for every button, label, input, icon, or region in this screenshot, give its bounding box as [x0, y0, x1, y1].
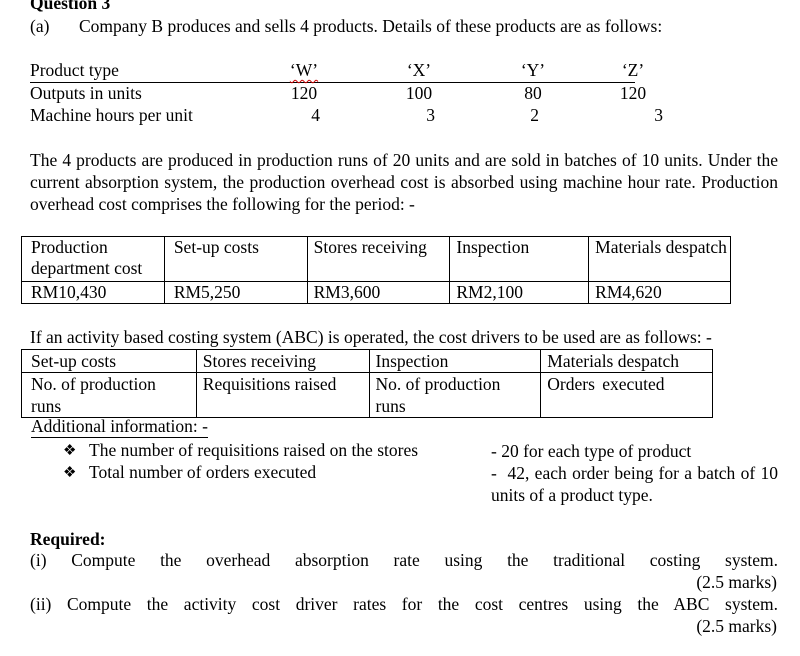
driver-header-cell: Stores receiving [195, 349, 370, 373]
machine-hours-x: 3 [426, 105, 435, 125]
overhead-cost-table: Production department cost Set-up costs … [21, 236, 731, 304]
abc-intro: If an activity based costing system (ABC… [30, 327, 712, 347]
cost-value-cell: RM3,600 [306, 281, 451, 304]
driver-header-cell: Inspection [368, 349, 542, 373]
driver-value-row: No. of production runs Requisitions rais… [21, 372, 713, 418]
product-y-header: ‘Y’ [520, 60, 546, 80]
outputs-x: 100 [405, 83, 433, 103]
product-w-name: ‘W’ [289, 60, 319, 80]
cost-header-cell: Materials despatch [588, 236, 731, 282]
cost-value-cell: RM5,250 [163, 281, 308, 304]
driver-header-row: Set-up costs Stores receiving Inspection… [21, 349, 713, 373]
driver-header-cell: Materials despatch [540, 349, 713, 373]
part-intro: Company B produces and sells 4 products.… [79, 16, 663, 36]
product-z-header: ‘Z’ [621, 60, 645, 80]
driver-value-cell: No. of production runs [368, 372, 542, 418]
cost-value-cell: RM2,100 [449, 281, 590, 304]
marks-label: (2.5 marks) [696, 572, 777, 592]
product-x-header: ‘X’ [406, 60, 432, 80]
additional-item-text: Total number of orders executed [89, 462, 317, 482]
cost-value-cell: RM10,430 [21, 281, 165, 304]
product-table-header: Product type ‘W’ ‘X’ ‘Y’ ‘Z’ [30, 60, 644, 83]
cost-header-cell: Inspection [449, 236, 590, 282]
driver-header-cell: Set-up costs [21, 349, 197, 373]
product-w-header: ‘W’ [274, 60, 334, 81]
question-title: Question 3 [30, 0, 111, 13]
machine-hours-z: 3 [654, 105, 663, 125]
additional-item-detail: - 42, each order being for a batch of 10… [491, 463, 783, 505]
machine-hours-row: Machine hours per unit 4 3 2 3 [30, 105, 663, 127]
cost-header-cell: Set-up costs [163, 236, 308, 282]
additional-info-heading: Additional information: - [31, 416, 208, 438]
part-label: (a) [30, 16, 50, 36]
cost-value-cell: RM4,620 [588, 281, 731, 304]
outputs-row: Outputs in units 120 100 80 120 [30, 83, 646, 105]
additional-item-text: The number of requisitions raised on the… [89, 440, 419, 460]
production-paragraph: The 4 products are produced in productio… [30, 150, 778, 214]
machine-hours-label: Machine hours per unit [30, 105, 193, 125]
driver-value-cell: Requisitions raised [195, 372, 370, 418]
cost-header-cell: Stores receiving [306, 236, 451, 282]
cost-header-cell: Production department cost [21, 236, 165, 282]
outputs-label: Outputs in units [30, 83, 142, 103]
driver-value-cell: Orders executed [540, 372, 713, 418]
machine-hours-y: 2 [530, 105, 539, 125]
cost-header-row: Production department cost Set-up costs … [21, 236, 731, 282]
required-heading: Required: [30, 529, 106, 549]
cost-value-row: RM10,430 RM5,250 RM3,600 RM2,100 RM4,620 [21, 281, 731, 304]
outputs-w: 120 [290, 83, 318, 103]
product-type-label: Product type [30, 60, 119, 80]
required-item: (ii) Compute the activity cost driver ra… [30, 594, 778, 614]
cost-driver-table: Set-up costs Stores receiving Inspection… [21, 349, 713, 418]
outputs-y: 80 [524, 83, 542, 103]
diamond-bullet-icon: ❖ [63, 465, 77, 481]
outputs-z: 120 [619, 83, 647, 103]
required-item: (i) Compute the overhead absorption rate… [30, 550, 778, 570]
driver-value-cell: No. of production runs [21, 372, 197, 418]
additional-item-detail: - 20 for each type of product [491, 441, 692, 461]
marks-label: (2.5 marks) [696, 616, 777, 636]
diamond-bullet-icon: ❖ [63, 443, 77, 459]
machine-hours-w: 4 [311, 105, 320, 125]
